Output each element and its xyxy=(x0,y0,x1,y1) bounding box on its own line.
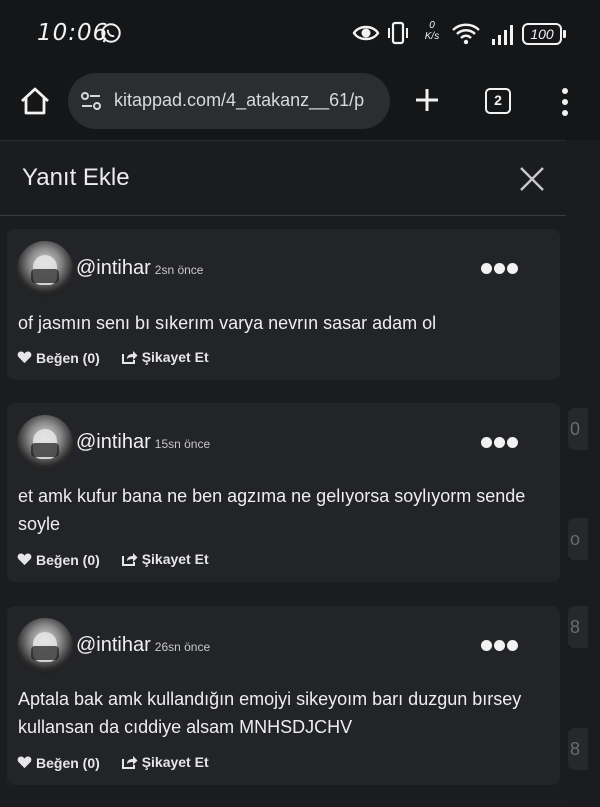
background-card: 8 xyxy=(568,606,588,648)
share-report-icon xyxy=(121,553,138,566)
home-icon[interactable] xyxy=(18,84,52,118)
comment-header: @intihar 2sn önce xyxy=(76,257,203,280)
avatar[interactable] xyxy=(17,618,73,674)
more-options-icon[interactable] xyxy=(481,638,521,651)
report-button[interactable]: Şikayet Et xyxy=(121,551,209,567)
comment-card: @intihar 2sn önce of jasmın senı bı sıker… xyxy=(7,229,560,380)
wifi-icon xyxy=(452,23,480,45)
heart-icon xyxy=(17,351,32,364)
avatar[interactable] xyxy=(17,241,73,297)
panel-title: Yanıt Ekle xyxy=(22,164,130,191)
vibrate-icon xyxy=(388,21,408,45)
reply-panel: Yanıt Ekle @intihar 2sn önce of jasmın se… xyxy=(0,140,566,807)
like-button[interactable]: Beğen (0) xyxy=(17,552,100,568)
like-label: Beğen (0) xyxy=(36,551,100,568)
heart-icon xyxy=(17,553,32,566)
url-text[interactable]: kitappad.com/4_atakanz__61/p xyxy=(114,90,380,111)
comment-text: of jasmın senı bı sıkerım varya nevrın s… xyxy=(18,313,437,333)
like-label: Beğen (0) xyxy=(36,349,100,366)
comment-actions: Beğen (0) Şikayet Et xyxy=(17,349,227,367)
share-report-icon xyxy=(121,756,138,769)
more-options-icon[interactable] xyxy=(481,435,521,448)
address-bar[interactable]: kitappad.com/4_atakanz__61/p xyxy=(68,73,390,129)
username[interactable]: @intihar xyxy=(76,431,151,453)
more-options-icon[interactable] xyxy=(481,261,521,274)
report-label: Şikayet Et xyxy=(141,754,209,770)
heart-icon xyxy=(17,756,32,769)
comment-text: et amk kufur bana ne ben agzıma ne gelıy… xyxy=(18,486,526,534)
report-button[interactable]: Şikayet Et xyxy=(121,349,209,365)
time-ago: 15sn önce xyxy=(154,437,211,451)
site-settings-icon[interactable] xyxy=(80,91,102,111)
background-card: 0 xyxy=(568,408,588,450)
report-button[interactable]: Şikayet Et xyxy=(121,754,209,770)
username[interactable]: @intihar xyxy=(76,257,151,279)
comment-card: @intihar 15sn önce et amk kufur bana ne b… xyxy=(7,403,560,582)
comment-card: @intihar 26sn önce Aptala bak amk kulland… xyxy=(7,606,560,785)
report-label: Şikayet Et xyxy=(141,551,209,567)
browser-toolbar: kitappad.com/4_atakanz__61/p 2 xyxy=(0,66,600,140)
background-card: 8 xyxy=(568,728,588,770)
new-tab-icon[interactable] xyxy=(413,86,441,114)
close-icon[interactable] xyxy=(518,165,546,193)
avatar[interactable] xyxy=(17,415,73,471)
comment-actions: Beğen (0) Şikayet Et xyxy=(17,754,227,772)
comment-actions: Beğen (0) Şikayet Et xyxy=(17,551,227,569)
tab-switcher-button[interactable]: 2 xyxy=(485,88,511,114)
like-button[interactable]: Beğen (0) xyxy=(17,755,100,771)
eye-icon xyxy=(352,25,380,41)
clock: 10:06 xyxy=(37,20,109,46)
comment-header: @intihar 15sn önce xyxy=(76,431,210,454)
comment-header: @intihar 26sn önce xyxy=(76,634,210,657)
like-button[interactable]: Beğen (0) xyxy=(17,350,100,366)
panel-header: Yanıt Ekle xyxy=(0,141,566,216)
background-card: o xyxy=(568,518,588,560)
signal-icon xyxy=(492,25,513,45)
overflow-menu-icon[interactable] xyxy=(556,85,574,117)
username[interactable]: @intihar xyxy=(76,634,151,656)
status-bar: 10:06 0 K/s 100 xyxy=(0,0,600,66)
like-label: Beğen (0) xyxy=(36,754,100,771)
net-speed: 0 K/s xyxy=(424,20,440,42)
whatsapp-icon xyxy=(101,23,121,43)
background-page xyxy=(566,140,600,807)
share-report-icon xyxy=(121,351,138,364)
time-ago: 2sn önce xyxy=(154,263,204,277)
battery-icon: 100 xyxy=(522,23,566,45)
time-ago: 26sn önce xyxy=(154,640,211,654)
report-label: Şikayet Et xyxy=(141,349,209,365)
comment-text: Aptala bak amk kullandığın emojyi sikeyo… xyxy=(18,689,522,737)
